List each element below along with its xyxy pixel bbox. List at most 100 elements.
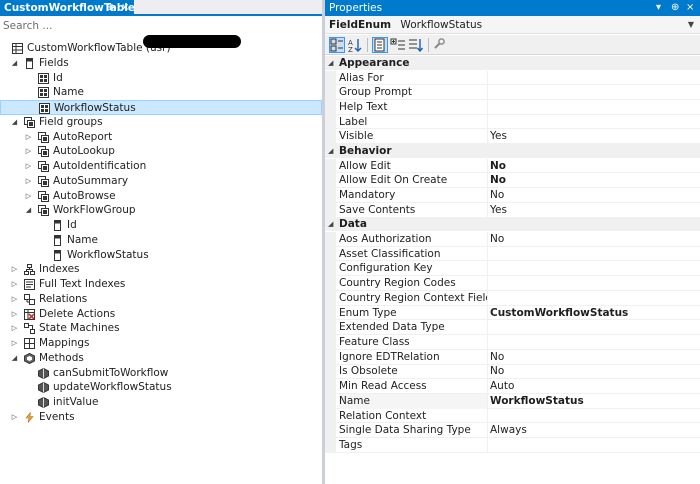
property-row-name[interactable]: Name WorkflowStatus: [325, 393, 700, 409]
expand-triangle-icon[interactable]: ▷: [10, 410, 19, 425]
tree-method-updateworkflowstatus[interactable]: updateWorkflowStatus: [0, 380, 322, 395]
collapse-triangle-icon[interactable]: ◢: [10, 115, 19, 130]
object-selector[interactable]: FieldEnum WorkflowStatus ▼: [325, 16, 700, 34]
tree-field-workflowstatus[interactable]: WorkflowStatus: [0, 100, 322, 115]
tree-group-workflowgroup[interactable]: ◢ WorkFlowGroup: [0, 203, 322, 218]
tree-group-autolookup[interactable]: ▷ AutoLookup: [0, 144, 322, 159]
tree-field-groups[interactable]: ◢ Field groups: [0, 115, 322, 130]
field-icon: [38, 72, 49, 84]
property-row-alias-for[interactable]: Alias For: [325, 70, 700, 86]
collapse-triangle-icon[interactable]: ◢: [10, 351, 19, 366]
category-behavior[interactable]: ◢ Behavior: [325, 144, 700, 159]
close-icon[interactable]: ×: [121, 0, 129, 16]
tab-customworkflowtable[interactable]: CustomWorkflowTable ⊕ ×: [0, 0, 135, 16]
property-row-tags[interactable]: Tags: [325, 438, 700, 453]
expand-triangle-icon[interactable]: ▷: [10, 307, 19, 322]
tree-groupfield-name[interactable]: Name: [0, 233, 322, 248]
expand-triangle-icon[interactable]: ▷: [24, 144, 33, 159]
chevron-down-icon[interactable]: ▼: [688, 16, 694, 34]
property-row-visible[interactable]: Visible Yes: [325, 129, 700, 145]
collapse-triangle-icon[interactable]: ◢: [10, 56, 19, 71]
categorized-button[interactable]: [329, 37, 345, 53]
tree-fulltext-indexes[interactable]: ▷ Full Text Indexes: [0, 277, 322, 292]
property-value[interactable]: Always: [490, 423, 527, 438]
tree-group-autobrowse[interactable]: ▷ AutoBrowse: [0, 189, 322, 204]
property-value[interactable]: No: [490, 232, 504, 247]
tree-method-initvalue[interactable]: initValue: [0, 395, 322, 410]
tree-group-autoidentification[interactable]: ▷ AutoIdentification: [0, 159, 322, 174]
close-icon[interactable]: ×: [686, 0, 694, 16]
category-appearance[interactable]: ◢ Appearance: [325, 56, 700, 70]
tree-group-autosummary[interactable]: ▷ AutoSummary: [0, 174, 322, 189]
tree-methods[interactable]: ◢ Methods: [0, 351, 322, 366]
expand-triangle-icon[interactable]: ▷: [10, 292, 19, 307]
property-row-asset-classification[interactable]: Asset Classification: [325, 246, 700, 262]
search-input[interactable]: [0, 18, 322, 33]
property-row-configuration-key[interactable]: Configuration Key: [325, 261, 700, 277]
tree-events[interactable]: ▷ Events: [0, 410, 322, 425]
property-value[interactable]: Yes: [490, 129, 507, 144]
collapse-triangle-icon[interactable]: ◢: [24, 203, 33, 218]
expand-triangle-icon[interactable]: ▷: [10, 262, 19, 277]
tree-indexes[interactable]: ▷ Indexes: [0, 262, 322, 277]
property-value[interactable]: CustomWorkflowStatus: [490, 306, 628, 321]
expand-triangle-icon[interactable]: ▷: [10, 336, 19, 351]
property-value[interactable]: No: [490, 173, 506, 188]
property-row-mandatory[interactable]: Mandatory No: [325, 188, 700, 203]
property-row-is-obsolete[interactable]: Is Obsolete No: [325, 364, 700, 380]
property-row-feature-class[interactable]: Feature Class: [325, 335, 700, 350]
property-value[interactable]: WorkflowStatus: [490, 394, 584, 409]
expand-all-button[interactable]: [390, 37, 406, 53]
window-menu-icon[interactable]: ▾: [656, 0, 661, 16]
tree-field-id[interactable]: Id: [0, 71, 322, 86]
property-row-relation-context[interactable]: Relation Context: [325, 408, 700, 424]
property-row-min-read-access[interactable]: Min Read Access Auto: [325, 379, 700, 394]
category-data[interactable]: ◢ Data: [325, 217, 700, 232]
expand-triangle-icon[interactable]: ▷: [24, 130, 33, 145]
property-row-save-contents[interactable]: Save Contents Yes: [325, 202, 700, 218]
property-row-group-prompt[interactable]: Group Prompt: [325, 85, 700, 101]
tree-groupfield-workflowstatus[interactable]: WorkflowStatus: [0, 248, 322, 263]
pin-icon[interactable]: ⊕: [671, 0, 679, 16]
tree-fields[interactable]: ◢ Fields: [0, 56, 322, 71]
property-row-aos-authorization[interactable]: Aos Authorization No: [325, 231, 700, 247]
property-value[interactable]: Yes: [490, 203, 507, 218]
property-row-country-region-context-field[interactable]: Country Region Context Field: [325, 290, 700, 306]
collapse-triangle-icon[interactable]: ◢: [328, 56, 333, 70]
alphabetical-button[interactable]: AZ: [347, 37, 363, 54]
property-row-help-text[interactable]: Help Text: [325, 99, 700, 115]
tree-field-name[interactable]: Name: [0, 85, 322, 100]
expand-triangle-icon[interactable]: ▷: [10, 277, 19, 292]
tree-state-machines[interactable]: ▷ State Machines: [0, 321, 322, 336]
expand-triangle-icon[interactable]: ▷: [24, 189, 33, 204]
expand-triangle-icon[interactable]: ▷: [24, 174, 33, 189]
property-row-extended-data-type[interactable]: Extended Data Type: [325, 320, 700, 336]
tree-group-autoreport[interactable]: ▷ AutoReport: [0, 130, 322, 145]
column-divider: [487, 114, 488, 129]
tree-relations[interactable]: ▷ Relations: [0, 292, 322, 307]
settings-button[interactable]: [432, 37, 448, 53]
collapse-triangle-icon[interactable]: ◢: [328, 217, 333, 231]
tree-mappings[interactable]: ▷ Mappings: [0, 336, 322, 351]
expand-triangle-icon[interactable]: ▷: [10, 321, 19, 336]
collapse-all-button[interactable]: [408, 37, 424, 53]
property-row-single-data-sharing-type[interactable]: Single Data Sharing Type Always: [325, 423, 700, 439]
property-value[interactable]: No: [490, 188, 504, 203]
property-row-enum-type[interactable]: Enum Type CustomWorkflowStatus: [325, 305, 700, 321]
property-row-allow-edit[interactable]: Allow Edit No: [325, 158, 700, 174]
property-value[interactable]: Auto: [490, 379, 514, 394]
pin-icon[interactable]: ⊕: [106, 0, 114, 16]
tree-method-cansubmittoworkflow[interactable]: canSubmitToWorkflow: [0, 366, 322, 381]
property-value[interactable]: No: [490, 350, 504, 365]
tree-delete-actions[interactable]: ▷ Delete Actions: [0, 307, 322, 322]
property-row-country-region-codes[interactable]: Country Region Codes: [325, 276, 700, 291]
property-pages-button[interactable]: [372, 37, 388, 53]
expand-triangle-icon[interactable]: ▷: [24, 159, 33, 174]
property-row-label[interactable]: Label: [325, 114, 700, 130]
property-row-allow-edit-on-create[interactable]: Allow Edit On Create No: [325, 173, 700, 189]
collapse-triangle-icon[interactable]: ◢: [328, 144, 333, 158]
property-value[interactable]: No: [490, 364, 504, 379]
property-value[interactable]: No: [490, 159, 506, 174]
tree-groupfield-id[interactable]: Id: [0, 218, 322, 233]
property-row-ignore-edtrelation[interactable]: Ignore EDTRelation No: [325, 349, 700, 365]
